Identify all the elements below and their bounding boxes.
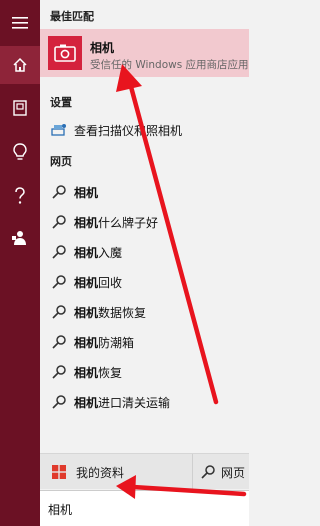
search-icon [48, 245, 70, 259]
suggestion-rest-text: 防潮箱 [98, 335, 135, 350]
section-header-best-match: 最佳匹配 [50, 10, 94, 23]
web-suggestion-item[interactable]: 相机什么牌子好 [40, 210, 249, 234]
search-icon [48, 185, 70, 199]
lightbulb-button[interactable] [0, 133, 40, 171]
settings-item-label: 查看扫描仪和照相机 [74, 123, 183, 138]
web-suggestion-label: 相机进口清关运输 [74, 394, 170, 411]
best-match-subtitle: 受信任的 Windows 应用商店应用 [90, 59, 249, 71]
search-results-panel: 最佳匹配 相机 受信任的 Windows 应用商店应用 设置 查看扫描仪和照相机… [40, 0, 249, 526]
home-button[interactable] [0, 46, 40, 84]
web-filter-button[interactable]: 网页 [192, 454, 249, 490]
search-icon [48, 365, 70, 379]
help-icon [15, 187, 25, 204]
scanner-settings-icon [48, 123, 70, 137]
suggestion-rest-text: 入魔 [98, 245, 123, 260]
settings-item-scanners[interactable]: 查看扫描仪和照相机 [40, 118, 249, 142]
best-match-title: 相机 [90, 41, 115, 55]
section-header-web: 网页 [50, 155, 72, 168]
camera-app-tile [48, 36, 82, 70]
search-icon [48, 275, 70, 289]
hamburger-menu-button[interactable] [0, 4, 40, 42]
web-suggestion-label: 相机回收 [74, 274, 122, 291]
web-filter-label: 网页 [221, 465, 246, 480]
feedback-icon [12, 231, 26, 245]
web-suggestion-label: 相机防潮箱 [74, 334, 134, 351]
search-icon [48, 395, 70, 409]
suggestion-match-text: 相机 [74, 185, 99, 200]
best-match-item[interactable]: 相机 受信任的 Windows 应用商店应用 [40, 29, 249, 77]
web-suggestion-item[interactable]: 相机 [40, 180, 249, 204]
windows-logo-icon [48, 465, 70, 479]
web-suggestion-item[interactable]: 相机进口清关运输 [40, 390, 249, 414]
nav-rail [0, 0, 40, 526]
notebook-button[interactable] [0, 89, 40, 127]
suggestion-match-text: 相机 [74, 365, 99, 380]
my-info-label: 我的资料 [76, 465, 125, 480]
web-suggestion-label: 相机什么牌子好 [74, 214, 158, 231]
search-box [40, 490, 249, 526]
search-input[interactable] [48, 499, 243, 519]
suggestion-rest-text: 数据恢复 [98, 305, 147, 320]
web-suggestion-item[interactable]: 相机恢复 [40, 360, 249, 384]
search-icon [48, 305, 70, 319]
search-icon [201, 465, 215, 479]
search-icon [48, 215, 70, 229]
suggestion-match-text: 相机 [74, 335, 99, 350]
suggestion-match-text: 相机 [74, 215, 99, 230]
web-suggestion-item[interactable]: 相机防潮箱 [40, 330, 249, 354]
filter-bar: 我的资料 网页 [40, 453, 249, 490]
help-button[interactable] [0, 177, 40, 215]
web-suggestion-item[interactable]: 相机回收 [40, 270, 249, 294]
web-suggestion-label: 相机恢复 [74, 364, 122, 381]
section-header-settings: 设置 [50, 96, 72, 109]
feedback-button[interactable] [0, 219, 40, 257]
lightbulb-icon [13, 143, 27, 160]
suggestion-rest-text: 进口清关运输 [98, 395, 171, 410]
suggestion-match-text: 相机 [74, 275, 99, 290]
web-suggestion-item[interactable]: 相机数据恢复 [40, 300, 249, 324]
notebook-icon [13, 100, 27, 116]
suggestion-match-text: 相机 [74, 245, 99, 260]
hamburger-icon [12, 17, 28, 29]
my-info-button[interactable]: 我的资料 [40, 454, 190, 490]
suggestion-rest-text: 恢复 [98, 365, 123, 380]
home-icon [13, 57, 27, 72]
suggestion-rest-text: 回收 [98, 275, 123, 290]
web-suggestion-label: 相机入魔 [74, 244, 122, 261]
web-suggestion-label: 相机 [74, 184, 98, 201]
suggestion-match-text: 相机 [74, 305, 99, 320]
search-icon [48, 335, 70, 349]
suggestion-match-text: 相机 [74, 395, 99, 410]
web-suggestion-label: 相机数据恢复 [74, 304, 146, 321]
suggestion-rest-text: 什么牌子好 [98, 215, 159, 230]
camera-icon [54, 44, 76, 62]
web-suggestion-item[interactable]: 相机入魔 [40, 240, 249, 264]
